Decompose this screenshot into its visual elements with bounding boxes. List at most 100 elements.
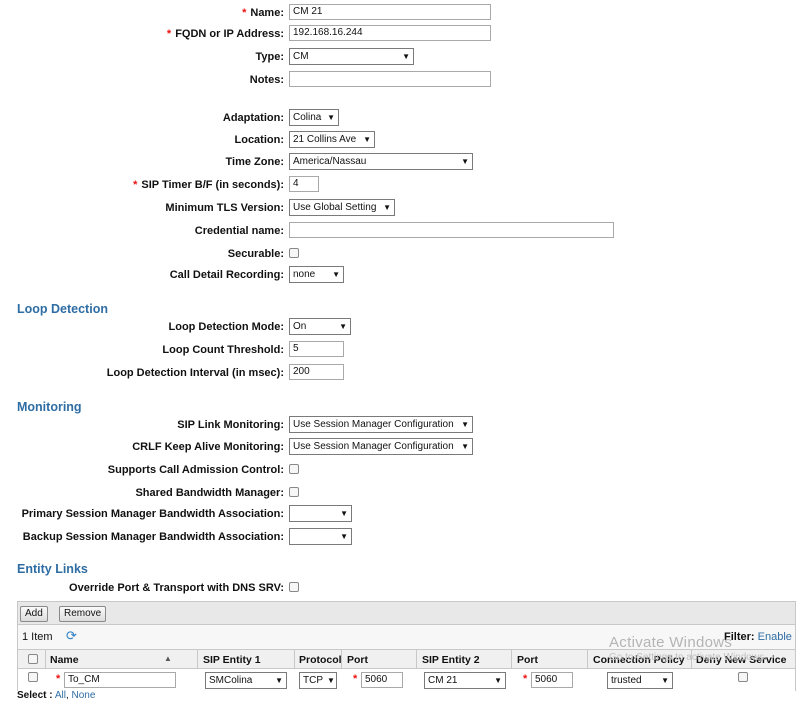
cdr-select[interactable]: none ▼ [289,266,344,283]
row-name: * Name: CM 21 [0,4,800,24]
required-mark: * [523,673,528,685]
select-footer: Select : All, None [17,690,96,701]
fqdn-input[interactable]: 192.168.16.244 [289,25,491,41]
dropdown-arrow-icon: ▼ [383,203,391,212]
row-credential: Credential name: [0,222,800,242]
location-label: Location: [234,134,285,146]
fqdn-label: FQDN or IP Address: [175,28,284,40]
name-label: Name: [250,7,284,19]
dropdown-arrow-icon: ▼ [340,509,348,518]
loop-count-label: Loop Count Threshold: [162,344,284,356]
min-tls-label: Minimum TLS Version: [165,202,284,214]
credential-input[interactable] [289,222,614,238]
timezone-select[interactable]: America/Nassau ▼ [289,153,473,170]
sip-entity-1-select[interactable]: SMColina ▼ [205,672,287,689]
shared-bw-checkbox[interactable] [289,487,299,497]
row-backup-bw: Backup Session Manager Bandwidth Associa… [0,528,800,548]
securable-label: Securable: [227,248,284,260]
adaptation-select[interactable]: Colina ▼ [289,109,339,126]
crlf-select[interactable]: Use Session Manager Configuration ▼ [289,438,473,455]
deny-new-service-checkbox[interactable] [738,672,748,682]
col-sip-entity-1[interactable]: SIP Entity 1 [203,654,261,666]
select-all-link[interactable]: All [55,690,66,701]
row-loop-mode: Loop Detection Mode: On ▼ [0,318,800,338]
required-mark: * [166,28,172,40]
dropdown-arrow-icon: ▼ [461,157,469,166]
dropdown-arrow-icon: ▼ [327,113,335,122]
link-name-input[interactable]: To_CM [64,672,176,688]
port-2-input[interactable]: 5060 [531,672,573,688]
port-1-input[interactable]: 5060 [361,672,403,688]
grid-count-bar: 1 Item ⟳ Filter: Enable [17,625,796,649]
dropdown-arrow-icon: ▼ [402,52,410,61]
type-select[interactable]: CM ▼ [289,48,414,65]
filter-label: Filter: [724,631,755,643]
select-none-link[interactable]: None [72,690,96,701]
crlf-label: CRLF Keep Alive Monitoring: [132,441,284,453]
row-timezone: Time Zone: America/Nassau ▼ [0,153,800,173]
dropdown-arrow-icon: ▼ [340,532,348,541]
select-all-checkbox[interactable] [28,654,38,664]
primary-bw-select[interactable]: ▼ [289,505,352,522]
filter-enable-link[interactable]: Enable [758,631,792,643]
dropdown-arrow-icon: ▼ [494,676,502,685]
dropdown-arrow-icon: ▼ [327,676,335,685]
credential-label: Credential name: [194,225,284,237]
override-checkbox[interactable] [289,582,299,592]
row-override: Override Port & Transport with DNS SRV: [0,579,800,599]
loop-interval-input[interactable]: 200 [289,364,344,380]
loop-count-input[interactable]: 5 [289,341,344,357]
refresh-icon[interactable]: ⟳ [66,628,77,644]
shared-bw-label: Shared Bandwidth Manager: [135,487,284,499]
connection-policy-select[interactable]: trusted ▼ [607,672,673,689]
row-primary-bw: Primary Session Manager Bandwidth Associ… [0,505,800,525]
protocol-select[interactable]: TCP ▼ [299,672,337,689]
primary-bw-label: Primary Session Manager Bandwidth Associ… [21,508,284,520]
notes-label: Notes: [249,74,284,86]
dropdown-arrow-icon: ▼ [332,270,340,279]
col-sip-entity-2[interactable]: SIP Entity 2 [422,654,480,666]
location-select[interactable]: 21 Collins Ave ▼ [289,131,375,148]
securable-checkbox[interactable] [289,248,299,258]
row-select-checkbox[interactable] [28,672,38,682]
col-protocol[interactable]: Protocol [299,654,342,666]
dropdown-arrow-icon: ▼ [363,135,371,144]
remove-button[interactable]: Remove [59,606,107,622]
required-mark: * [353,673,358,685]
row-shared-bw: Shared Bandwidth Manager: [0,484,800,504]
dropdown-arrow-icon: ▼ [275,676,283,685]
col-port-2[interactable]: Port [517,654,538,666]
loop-mode-select[interactable]: On ▼ [289,318,351,335]
sip-timer-input[interactable]: 4 [289,176,319,192]
sip-entity-2-select[interactable]: CM 21 ▼ [424,672,506,689]
select-label: Select : [17,690,53,701]
dropdown-arrow-icon: ▼ [461,442,469,451]
col-port-1[interactable]: Port [347,654,368,666]
notes-input[interactable] [289,71,491,87]
sip-link-label: SIP Link Monitoring: [177,419,284,431]
dropdown-arrow-icon: ▼ [661,676,669,685]
activate-windows-subtext: Go to Settings to activate Windows. [609,652,767,663]
section-entity-links: Entity Links [17,562,88,576]
col-name[interactable]: Name [50,654,79,666]
loop-interval-label: Loop Detection Interval (in msec): [106,367,284,379]
backup-bw-select[interactable]: ▼ [289,528,352,545]
section-monitoring: Monitoring [17,400,82,414]
row-loop-interval: Loop Detection Interval (in msec): 200 [0,364,800,384]
item-count: 1 Item [22,631,53,643]
name-input[interactable]: CM 21 [289,4,491,20]
row-cdr: Call Detail Recording: none ▼ [0,266,800,286]
cac-checkbox[interactable] [289,464,299,474]
type-label: Type: [255,51,284,63]
loop-mode-label: Loop Detection Mode: [168,321,285,333]
sip-link-select[interactable]: Use Session Manager Configuration ▼ [289,416,473,433]
row-securable: Securable: [0,245,800,265]
sort-arrow-icon[interactable]: ▲ [164,654,172,663]
table-row: * To_CM SMColina ▼ TCP ▼ * 5060 CM 21 ▼ * 5… [17,669,796,691]
min-tls-select[interactable]: Use Global Setting ▼ [289,199,395,216]
grid-toolbar: Add Remove [17,601,796,625]
sip-timer-label: SIP Timer B/F (in seconds): [141,179,284,191]
add-button[interactable]: Add [20,606,48,622]
row-cac: Supports Call Admission Control: [0,461,800,481]
required-mark: * [242,7,247,19]
